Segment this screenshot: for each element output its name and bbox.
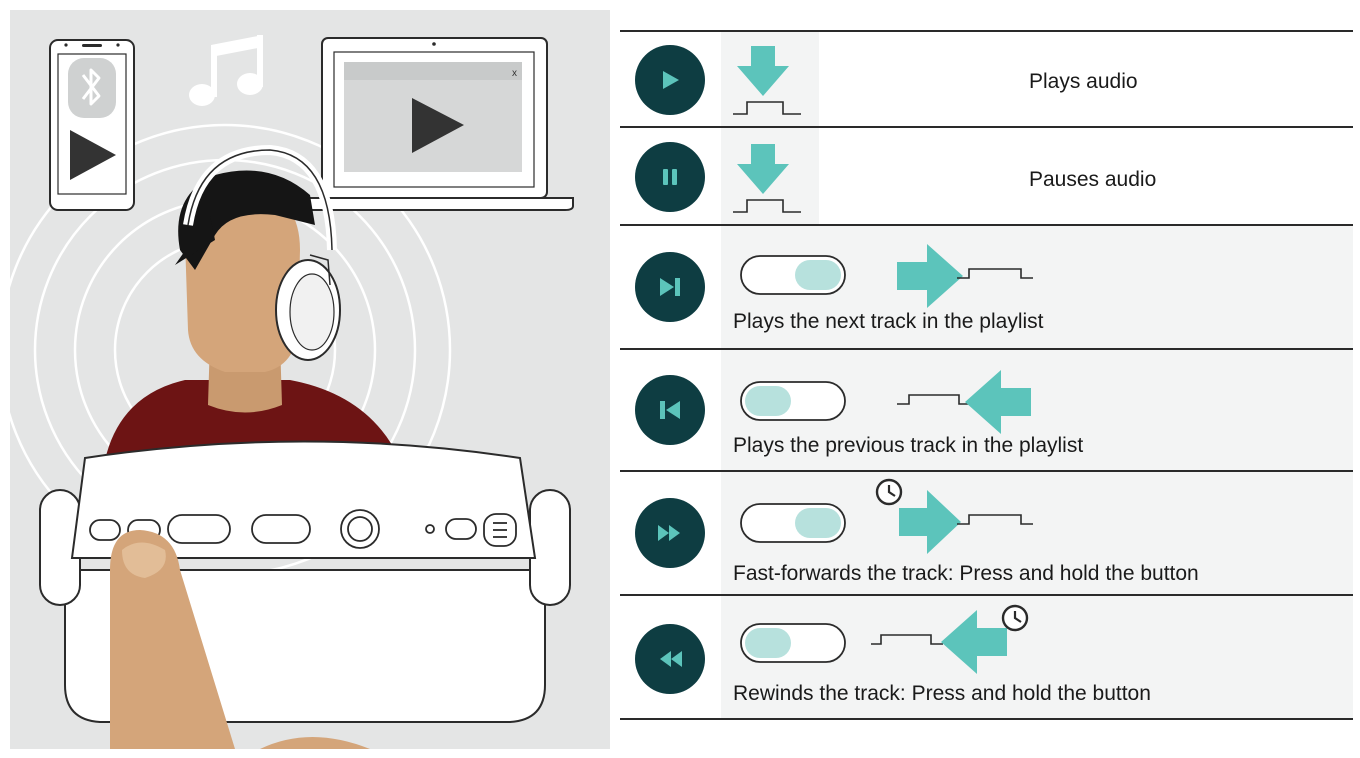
arrow-right-icon	[899, 490, 961, 554]
slider-knob	[795, 508, 841, 538]
laptop-icon: x	[295, 37, 574, 211]
music-note-icon	[189, 35, 263, 106]
next-track-button	[635, 252, 705, 322]
icon-cell	[620, 472, 720, 596]
rewind-button	[635, 624, 705, 694]
fast-forward-button	[635, 498, 705, 568]
row-label: Pauses audio	[1029, 168, 1157, 191]
bluetooth-icon	[68, 58, 116, 118]
slide-right-hold-gesture	[740, 478, 1033, 554]
table-row-fast-forward: Fast-forwards the track: Press and hold …	[620, 470, 1353, 596]
row-label: Plays audio	[1029, 70, 1138, 93]
text-cell: Plays audio	[819, 32, 1353, 128]
pause-icon	[663, 169, 677, 185]
slide-left-gesture	[740, 370, 1031, 434]
arrow-left-icon	[965, 370, 1031, 434]
row-label: Rewinds the track: Press and hold the bu…	[733, 682, 1151, 705]
clock-icon	[875, 478, 903, 506]
play-icon	[663, 71, 679, 89]
headset-illustration: x	[10, 10, 610, 749]
previous-track-button	[635, 375, 705, 445]
arrow-right-icon	[897, 244, 963, 308]
rewind-icon	[660, 651, 682, 667]
press-down-icon	[733, 46, 801, 115]
pause-button	[635, 142, 705, 212]
smartphone-icon	[49, 39, 135, 211]
table-row-next-track: Plays the next track in the playlist	[620, 224, 1353, 350]
previous-track-icon	[660, 401, 680, 419]
illustration-canvas: x	[10, 35, 574, 749]
slide-right-gesture	[740, 244, 1033, 308]
table-row-pause: Pauses audio	[620, 126, 1353, 226]
arrow-left-icon	[941, 610, 1007, 674]
icon-cell	[620, 350, 720, 472]
row-label: Plays the previous track in the playlist	[733, 434, 1084, 457]
icon-cell	[620, 596, 720, 718]
table-row-rewind: Rewinds the track: Press and hold the bu…	[620, 594, 1353, 720]
row-label: Plays the next track in the playlist	[733, 310, 1044, 333]
row-label: Fast-forwards the track: Press and hold …	[733, 562, 1199, 585]
clock-icon	[1001, 604, 1029, 632]
press-down-icon	[733, 144, 801, 213]
icon-cell	[620, 128, 720, 226]
table-row-play: Plays audio	[620, 30, 1353, 128]
slider-knob	[745, 628, 791, 658]
text-cell: Pauses audio	[819, 128, 1353, 226]
fast-forward-icon	[658, 525, 680, 541]
play-button	[635, 45, 705, 115]
icon-cell	[620, 226, 720, 350]
slide-left-hold-gesture	[740, 604, 1029, 674]
close-mark: x	[512, 68, 517, 79]
icon-cell	[620, 32, 720, 128]
table-row-previous-track: Plays the previous track in the playlist	[620, 348, 1353, 472]
next-track-icon	[660, 278, 680, 296]
slider-knob	[795, 260, 841, 290]
slider-knob	[745, 386, 791, 416]
